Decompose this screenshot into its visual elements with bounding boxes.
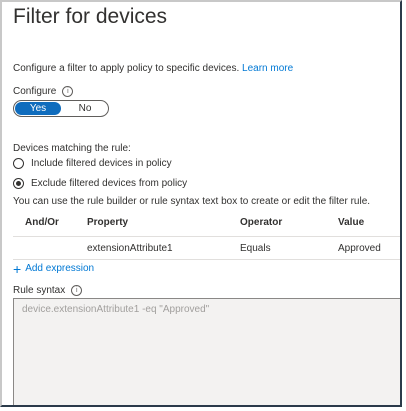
add-expression-label: Add expression xyxy=(25,263,95,274)
matching-label: Devices matching the rule: xyxy=(13,143,131,154)
header-property: Property xyxy=(87,216,129,228)
plus-icon: + xyxy=(13,260,22,277)
add-expression-button[interactable]: + Add expression xyxy=(13,260,95,277)
radio-exclude-label: Exclude filtered devices from policy xyxy=(31,178,188,189)
radio-exclude[interactable]: Exclude filtered devices from policy xyxy=(13,178,187,189)
configure-toggle[interactable]: Yes No xyxy=(13,100,109,117)
configure-label: Configure i xyxy=(13,86,74,97)
info-icon[interactable]: i xyxy=(71,285,83,296)
table-header: And/Or Property Operator Value xyxy=(13,211,400,233)
radio-include-button[interactable] xyxy=(13,158,24,169)
rule-syntax-value: device.extensionAttribute1 -eq "Approved… xyxy=(22,304,210,315)
learn-more-link[interactable]: Learn more xyxy=(242,63,293,74)
radio-include[interactable]: Include filtered devices in policy xyxy=(13,158,172,169)
filter-panel: Filter for devices Configure a filter to… xyxy=(0,0,402,407)
table-row[interactable]: extensionAttribute1 Equals Approved xyxy=(13,236,400,260)
info-icon[interactable]: i xyxy=(62,86,74,97)
description-text: Configure a filter to apply policy to sp… xyxy=(13,63,240,74)
rule-table: And/Or Property Operator Value extension… xyxy=(13,211,400,260)
header-andor: And/Or xyxy=(25,216,59,228)
page-title: Filter for devices xyxy=(13,5,168,28)
header-operator: Operator xyxy=(240,216,283,228)
rule-hint: You can use the rule builder or rule syn… xyxy=(13,196,371,207)
header-value: Value xyxy=(338,216,365,228)
rule-syntax-textbox[interactable]: device.extensionAttribute1 -eq "Approved… xyxy=(13,298,400,405)
rule-syntax-label: Rule syntax i xyxy=(13,285,83,296)
configure-label-text: Configure xyxy=(13,86,57,97)
cell-property: extensionAttribute1 xyxy=(87,242,173,254)
description: Configure a filter to apply policy to sp… xyxy=(13,63,293,74)
cell-operator: Equals xyxy=(240,242,271,254)
cell-value: Approved xyxy=(338,242,381,254)
toggle-no[interactable]: No xyxy=(62,101,108,116)
radio-include-label: Include filtered devices in policy xyxy=(31,158,172,169)
radio-exclude-button[interactable] xyxy=(13,178,24,189)
rule-syntax-label-text: Rule syntax xyxy=(13,285,66,296)
toggle-yes[interactable]: Yes xyxy=(15,102,61,115)
